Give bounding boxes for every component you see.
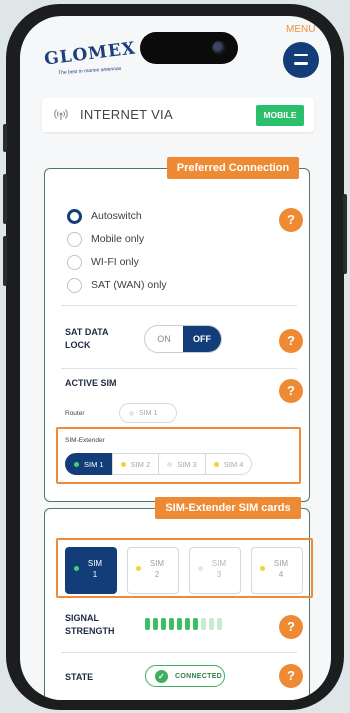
mobile-badge: MOBILE xyxy=(256,105,304,126)
toggle-on[interactable]: ON xyxy=(145,326,183,352)
status-dot xyxy=(74,461,79,467)
sim-card-number: 3 xyxy=(216,570,222,579)
radio-label: WI-FI only xyxy=(91,256,139,268)
menu-label: MENU xyxy=(286,24,316,35)
signal-bar xyxy=(153,618,158,630)
radio-mobile-only[interactable]: Mobile only xyxy=(67,230,144,248)
router-sim-pill[interactable]: SIM 1 xyxy=(119,403,177,423)
sim-card-2[interactable]: SIM 2 xyxy=(127,547,179,594)
help-sat-lock-button[interactable]: ? xyxy=(279,329,303,353)
status-dot xyxy=(120,461,126,467)
divider xyxy=(61,652,297,653)
sim-card-4[interactable]: SIM 4 xyxy=(251,547,303,594)
router-label: Router xyxy=(65,410,85,417)
radio-sat-wan-only[interactable]: SAT (WAN) only xyxy=(67,276,167,294)
signal-bar xyxy=(185,618,190,630)
sim-card-number: 1 xyxy=(92,570,98,579)
radio-label: SAT (WAN) only xyxy=(91,279,167,291)
radio-empty-icon xyxy=(67,231,82,247)
help-preferred-button[interactable]: ? xyxy=(279,208,303,232)
volume-up-button xyxy=(3,174,7,224)
sat-data-lock-line2: LOCK xyxy=(65,340,91,350)
sim-extender-label: SIM-Extender xyxy=(65,437,105,444)
antenna-icon xyxy=(54,107,68,124)
hamburger-icon xyxy=(294,53,308,56)
sim-segment-label: SIM 2 xyxy=(130,459,151,469)
radio-label: Mobile only xyxy=(91,233,145,245)
sim-segment-label: SIM 1 xyxy=(84,459,104,469)
sat-data-lock-toggle[interactable]: ON OFF xyxy=(144,325,222,353)
signal-bar xyxy=(193,618,198,630)
dynamic-island xyxy=(140,32,238,64)
preferred-connection-title: Preferred Connection xyxy=(167,157,299,179)
help-signal-button[interactable]: ? xyxy=(279,615,303,639)
internet-via-bar: INTERNET VIA MOBILE xyxy=(42,98,314,132)
signal-label-line1: SIGNAL xyxy=(65,613,100,623)
app-screen: GLOMEX The best in marine antennas MENU … xyxy=(20,16,331,700)
state-value: CONNECTED xyxy=(175,672,223,680)
preferred-connection-card: Preferred Connection Autoswitch Mobile o… xyxy=(44,157,310,502)
sim-extender-selector: SIM 1 SIM 2 SIM 3 SIM 4 xyxy=(65,453,253,475)
hamburger-icon xyxy=(294,62,308,65)
phone-frame: GLOMEX The best in marine antennas MENU … xyxy=(3,4,347,710)
signal-bar xyxy=(217,618,222,630)
router-sim-label: SIM 1 xyxy=(139,409,158,417)
camera-icon xyxy=(212,41,226,55)
volume-down-button xyxy=(3,236,7,286)
sim-extender-cards-card: SIM-Extender SIM cards SIM 1 SIM 2 SIM 3 SI… xyxy=(44,497,313,700)
signal-label-line2: STRENGTH xyxy=(65,626,115,636)
glomex-logo: GLOMEX The best in marine antennas xyxy=(43,38,139,78)
plug-icon: ✓ xyxy=(155,669,168,683)
status-dot xyxy=(167,461,173,467)
sim-card-label: SIM xyxy=(211,559,227,568)
radio-empty-icon xyxy=(67,277,82,293)
signal-bar xyxy=(201,618,206,630)
radio-autoswitch[interactable]: Autoswitch xyxy=(67,207,142,225)
logo-tagline: The best in marine antennas xyxy=(57,65,122,77)
menu-button[interactable] xyxy=(283,42,319,78)
help-state-button[interactable]: ? xyxy=(279,664,303,688)
sim-segment-2[interactable]: SIM 2 xyxy=(111,453,160,475)
sim-card-number: 4 xyxy=(278,570,284,579)
sim-card-label: SIM xyxy=(87,559,103,568)
active-sim-label: ACTIVE SIM xyxy=(65,378,117,388)
signal-bar xyxy=(177,618,182,630)
sim-card-3[interactable]: SIM 3 xyxy=(189,547,241,594)
toggle-off[interactable]: OFF xyxy=(183,326,221,352)
signal-bar xyxy=(209,618,214,630)
sim-segment-1[interactable]: SIM 1 xyxy=(65,453,113,475)
sim-segment-4[interactable]: SIM 4 xyxy=(204,453,253,475)
divider xyxy=(61,305,297,306)
radio-empty-icon xyxy=(67,254,82,270)
sim-extender-cards-title: SIM-Extender SIM cards xyxy=(155,497,301,519)
sim-card-label: SIM xyxy=(149,559,165,568)
sim-card-number: 2 xyxy=(154,570,160,579)
help-active-sim-button[interactable]: ? xyxy=(279,379,303,403)
power-button xyxy=(343,194,347,274)
sat-data-lock-label: SAT DATA LOCK xyxy=(65,326,109,352)
logo-text: GLOMEX xyxy=(43,38,138,70)
sim-card-label: SIM xyxy=(273,559,289,568)
radio-label: Autoswitch xyxy=(91,210,142,222)
radio-selected-icon xyxy=(67,208,82,224)
radio-wifi-only[interactable]: WI-FI only xyxy=(67,253,139,271)
sim-segment-label: SIM 3 xyxy=(177,459,197,469)
signal-bar xyxy=(145,618,150,630)
mute-switch xyxy=(3,124,7,152)
signal-strength-label: SIGNAL STRENGTH xyxy=(65,612,115,638)
sim-segment-label: SIM 4 xyxy=(223,459,244,469)
sim-card-1[interactable]: SIM 1 xyxy=(65,547,117,594)
status-dot xyxy=(213,461,219,467)
signal-bar xyxy=(169,618,174,630)
state-label: STATE xyxy=(65,672,94,682)
sim-segment-3[interactable]: SIM 3 xyxy=(158,453,206,475)
connected-badge: ✓ CONNECTED xyxy=(145,665,225,687)
signal-strength-bars xyxy=(145,618,225,630)
internet-via-label: INTERNET VIA xyxy=(80,107,173,122)
status-dot xyxy=(129,410,134,416)
sat-data-lock-line1: SAT DATA xyxy=(65,327,109,337)
divider xyxy=(61,368,297,369)
signal-bar xyxy=(161,618,166,630)
